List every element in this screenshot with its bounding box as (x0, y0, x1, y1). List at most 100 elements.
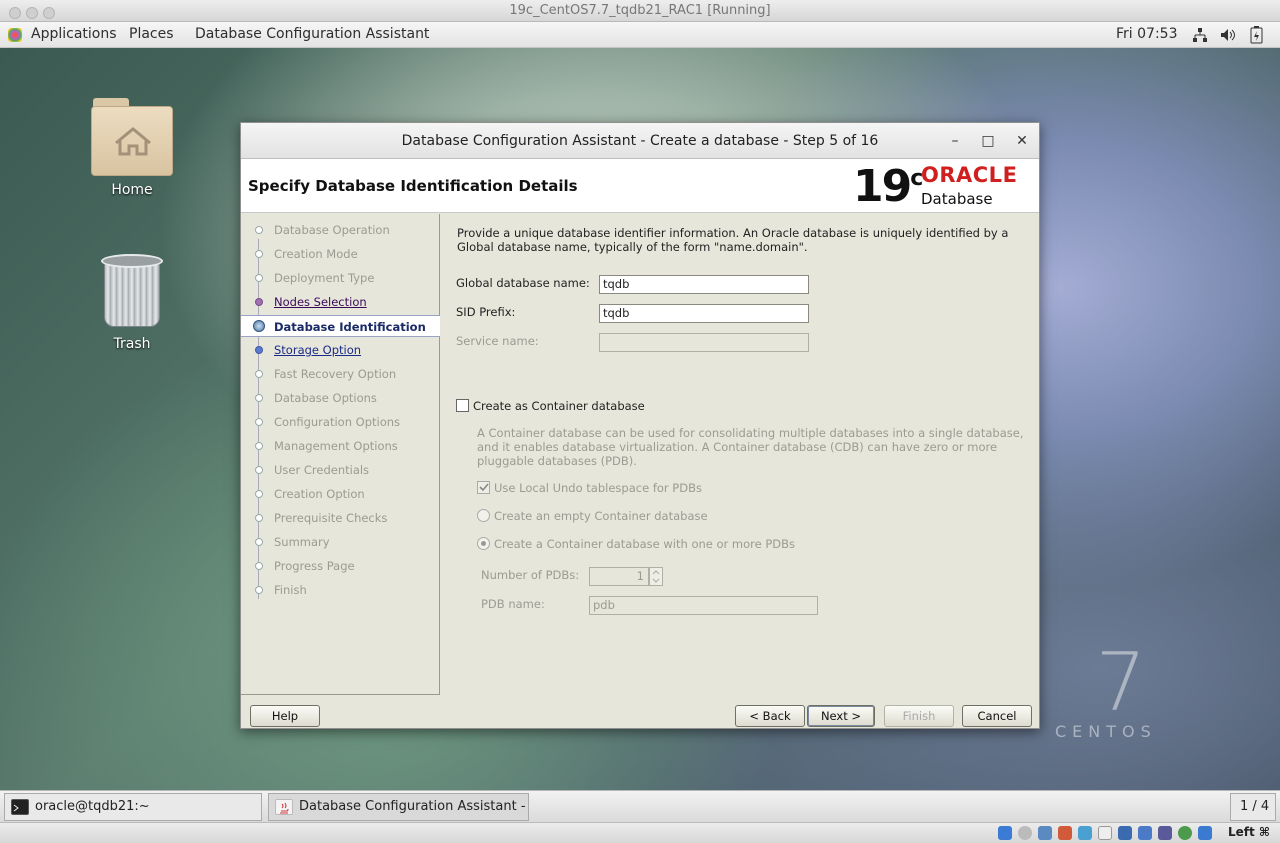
app-menu[interactable]: Database Configuration Assistant (195, 26, 429, 42)
applications-menu[interactable]: Applications (31, 26, 117, 42)
dialog-title: Database Configuration Assistant - Creat… (401, 133, 879, 149)
pdb-name-label: PDB name: (481, 597, 545, 611)
dialog-titlebar[interactable]: Database Configuration Assistant - Creat… (241, 123, 1039, 159)
step-nodes-selection[interactable]: Nodes Selection (241, 291, 440, 313)
step-prerequisite-checks: Prerequisite Checks (241, 507, 440, 529)
step-database-identification[interactable]: Database Identification (241, 315, 440, 337)
guest-additions-icon[interactable] (1178, 826, 1192, 840)
trash-desktop-icon[interactable]: Trash (77, 254, 187, 352)
step-creation-mode: Creation Mode (241, 243, 440, 265)
virtualbox-statusbar: Left ⌘ (0, 822, 1280, 843)
step-configuration-options: Configuration Options (241, 411, 440, 433)
empty-cdb-label: Create an empty Container database (494, 509, 708, 523)
usb-icon[interactable] (1078, 826, 1092, 840)
service-name-field (599, 333, 809, 352)
home-label: Home (111, 182, 153, 198)
step-management-options: Management Options (241, 435, 440, 457)
next-button[interactable]: Next > (807, 705, 875, 727)
centos-watermark: 7 CENTOS (1055, 636, 1157, 742)
sid-prefix-field[interactable]: tqdb (599, 304, 809, 323)
mouse-integration-icon[interactable] (1198, 826, 1212, 840)
step-creation-option: Creation Option (241, 483, 440, 505)
shared-folder-icon[interactable] (1098, 826, 1112, 840)
cdb-with-pdbs-label: Create a Container database with one or … (494, 537, 796, 551)
taskbar: oracle@tqdb21:~ Database Configuration A… (0, 790, 1280, 822)
trash-icon (101, 254, 163, 330)
java-icon (275, 799, 293, 815)
content-panel: Provide a unique database identifier inf… (441, 214, 1039, 695)
button-bar: Help < Back Next > Finish Cancel (241, 695, 1039, 728)
page-title: Specify Database Identification Details (248, 177, 578, 195)
cpu-icon[interactable] (1158, 826, 1172, 840)
minimize-dot[interactable] (26, 7, 38, 19)
trash-label: Trash (113, 336, 151, 352)
oracle-product: Database (921, 190, 993, 208)
logo-version: 19 (853, 161, 912, 212)
sid-prefix-label: SID Prefix: (456, 305, 516, 319)
dialog-header: Specify Database Identification Details … (241, 159, 1039, 213)
local-undo-label: Use Local Undo tablespace for PDBs (494, 481, 702, 495)
optical-drive-icon[interactable] (1018, 826, 1032, 840)
finish-button: Finish (884, 705, 954, 727)
battery-icon[interactable] (1250, 26, 1264, 48)
intro-text: Provide a unique database identifier inf… (457, 226, 1009, 254)
step-navigator: Database Operation Creation Mode Deploym… (241, 214, 440, 695)
workspace-switcher[interactable]: 1 / 4 (1230, 793, 1276, 821)
service-name-label: Service name: (456, 334, 539, 348)
num-pdbs-field: 1 (589, 567, 649, 586)
video-capture-icon[interactable] (1138, 826, 1152, 840)
clock[interactable]: Fri 07:53 (1116, 26, 1177, 42)
centos-seven: 7 (1095, 636, 1147, 729)
taskbar-dbca[interactable]: Database Configuration Assistant - C... (268, 793, 529, 821)
container-db-checkbox[interactable] (456, 399, 469, 412)
back-button[interactable]: < Back (735, 705, 805, 727)
gnome-top-bar: Applications Places Database Configurati… (0, 22, 1280, 48)
vm-window-titlebar: 19c_CentOS7.7_tqdb21_RAC1 [Running] (0, 0, 1280, 22)
oracle-19c-logo: 19c (853, 161, 923, 220)
cancel-button[interactable]: Cancel (962, 705, 1032, 727)
hdd-icon[interactable] (998, 826, 1012, 840)
audio-icon[interactable] (1038, 826, 1052, 840)
minimize-button[interactable]: – (945, 123, 965, 159)
centos-word: CENTOS (1055, 722, 1157, 741)
vm-title: 19c_CentOS7.7_tqdb21_RAC1 [Running] (509, 3, 771, 18)
host-key-label: Left ⌘ (1228, 825, 1271, 839)
step-progress-page: Progress Page (241, 555, 440, 577)
applications-icon (8, 28, 22, 42)
global-name-field[interactable]: tqdb (599, 275, 809, 294)
logo-version-sup: c (910, 166, 923, 191)
oracle-brand: ORACLE (921, 163, 1018, 187)
num-pdbs-label: Number of PDBs: (481, 568, 580, 582)
global-name-label: Global database name: (456, 276, 590, 290)
display-icon[interactable] (1118, 826, 1132, 840)
num-pdbs-spinner (649, 567, 663, 586)
help-button[interactable]: Help (250, 705, 320, 727)
container-db-label[interactable]: Create as Container database (473, 399, 645, 413)
dbca-dialog: Database Configuration Assistant - Creat… (240, 122, 1040, 729)
step-deployment-type: Deployment Type (241, 267, 440, 289)
step-summary: Summary (241, 531, 440, 553)
network-icon[interactable] (1192, 27, 1208, 47)
empty-cdb-radio (477, 509, 490, 522)
close-button[interactable]: ✕ (1012, 123, 1032, 159)
step-storage-option[interactable]: Storage Option (241, 339, 440, 361)
volume-icon[interactable] (1220, 27, 1236, 47)
step-database-operation: Database Operation (241, 219, 440, 241)
zoom-dot[interactable] (43, 7, 55, 19)
places-menu[interactable]: Places (129, 26, 174, 42)
terminal-icon (11, 799, 29, 815)
spinner-arrows-icon (652, 570, 660, 583)
home-folder-icon (91, 96, 173, 176)
taskbar-terminal[interactable]: oracle@tqdb21:~ (4, 793, 262, 821)
step-user-credentials: User Credentials (241, 459, 440, 481)
step-finish: Finish (241, 579, 440, 601)
step-database-options: Database Options (241, 387, 440, 409)
network-adapter-icon[interactable] (1058, 826, 1072, 840)
maximize-button[interactable]: □ (978, 123, 998, 159)
cdb-with-pdbs-radio (477, 537, 490, 550)
step-fast-recovery-option: Fast Recovery Option (241, 363, 440, 385)
home-desktop-icon[interactable]: Home (77, 96, 187, 198)
close-dot[interactable] (9, 7, 21, 19)
local-undo-checkbox (477, 481, 490, 494)
pdb-name-field: pdb (589, 596, 818, 615)
